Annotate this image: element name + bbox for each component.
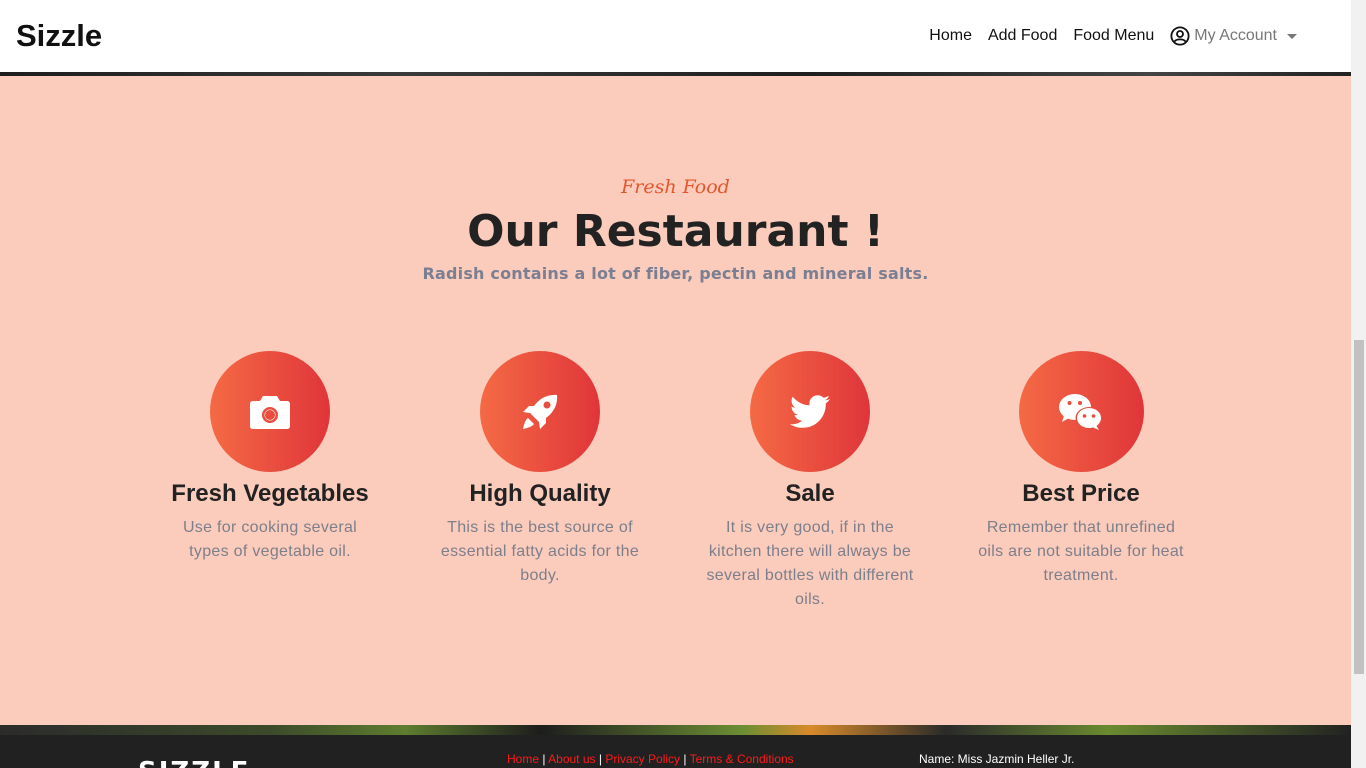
feature-icon-circle: [1018, 351, 1144, 472]
navbar: Sizzle Home Add Food Food Menu My Accoun…: [0, 0, 1351, 72]
feature-description-line: oils.: [795, 591, 825, 608]
feature-icon-circle: [480, 351, 600, 472]
section-title: Our Restaurant !: [467, 206, 884, 257]
feature-description-line: essential fatty acids for the: [440, 543, 640, 560]
wechat-icon: [1059, 393, 1103, 430]
chevron-down-icon: [1287, 33, 1297, 39]
feature-description-line: It is very good, if in the: [726, 519, 894, 536]
user-circle-icon: [1170, 26, 1190, 46]
footer-separator: |: [598, 752, 602, 766]
section-subtitle: Radish contains a lot of fiber, pectin a…: [422, 264, 929, 283]
scrollbar-thumb[interactable]: [1354, 340, 1364, 674]
feature-high-quality: High Quality This is the best source of …: [430, 351, 650, 588]
feature-title: Best Price: [1022, 480, 1140, 507]
restaurant-section: Fresh Food Our Restaurant ! Radish conta…: [0, 76, 1351, 725]
feature-description-line: types of vegetable oil.: [189, 543, 351, 560]
nav-menu: Home Add Food Food Menu My Account: [921, 26, 1297, 46]
feature-best-price: Best Price Remember that unrefined oils …: [970, 351, 1192, 588]
feature-icon-circle: [750, 351, 870, 472]
feature-title: Sale: [785, 480, 835, 507]
feature-description-line: body.: [520, 567, 560, 584]
brand-logo[interactable]: Sizzle: [16, 18, 102, 54]
feature-description-line: treatment.: [1043, 567, 1119, 584]
feature-description-line: kitchen there will always be: [708, 543, 912, 560]
section-kicker: Fresh Food: [621, 176, 730, 198]
footer-separator: |: [683, 752, 687, 766]
my-account-label: My Account: [1194, 27, 1277, 44]
feature-title: High Quality: [469, 480, 611, 507]
rocket-icon: [523, 394, 558, 429]
feature-description: Remember that unrefined oils are not sui…: [970, 516, 1192, 588]
feature-title: Fresh Vegetables: [171, 480, 369, 507]
footer-logo[interactable]: SIZZLE: [138, 757, 250, 768]
footer-link-privacy[interactable]: Privacy Policy: [605, 752, 680, 766]
nav-link-food-menu[interactable]: Food Menu: [1065, 27, 1162, 45]
feature-description-line: This is the best source of: [447, 519, 633, 536]
footer-link-about[interactable]: About us: [548, 752, 595, 766]
footer-link-terms[interactable]: Terms & Conditions: [690, 752, 794, 766]
footer: SIZZLE Home | About us | Privacy Policy …: [0, 735, 1351, 768]
nav-link-add-food[interactable]: Add Food: [980, 27, 1065, 45]
twitter-icon: [789, 394, 830, 428]
feature-description-line: Remember that unrefined: [986, 519, 1176, 536]
footer-contact-name: Name: Miss Jazmin Heller Jr.: [919, 752, 1075, 766]
feature-description-line: oils are not suitable for heat: [978, 543, 1184, 560]
feature-fresh-vegetables: Fresh Vegetables Use for cooking several…: [160, 351, 380, 564]
feature-sale: Sale It is very good, if in the kitchen …: [700, 351, 920, 612]
footer-separator: |: [542, 752, 546, 766]
feature-icon-circle: [210, 351, 330, 472]
footer-links: Home | About us | Privacy Policy | Terms…: [507, 752, 794, 766]
page-scrollbar[interactable]: [1351, 0, 1366, 768]
my-account-dropdown[interactable]: My Account: [1162, 26, 1297, 46]
feature-description: It is very good, if in the kitchen there…: [700, 516, 920, 612]
footer-link-home[interactable]: Home: [507, 752, 539, 766]
feature-description: This is the best source of essential fat…: [430, 516, 650, 588]
feature-description-line: several bottles with different: [706, 567, 914, 584]
footer-image-strip: [0, 725, 1351, 735]
camera-icon: [250, 395, 290, 429]
feature-description-line: Use for cooking several: [182, 519, 358, 536]
nav-link-home[interactable]: Home: [921, 27, 980, 45]
feature-description: Use for cooking several types of vegetab…: [160, 516, 380, 564]
